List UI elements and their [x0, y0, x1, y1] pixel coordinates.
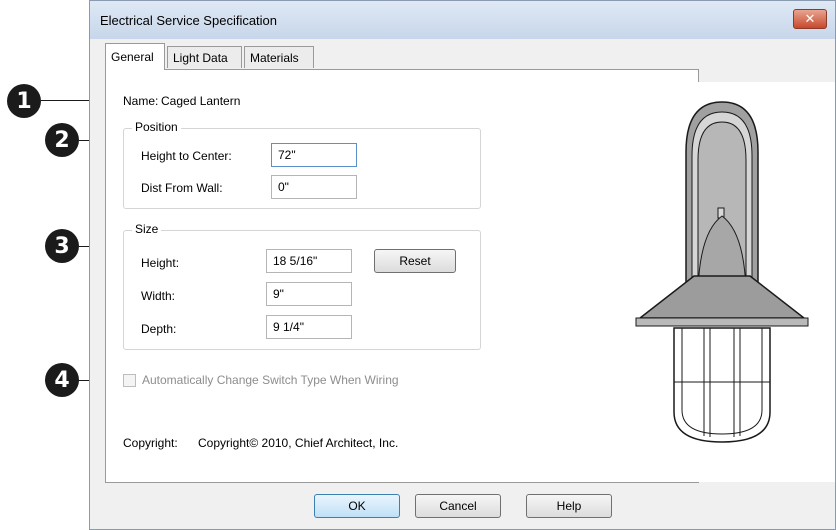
- callout-4: 4: [45, 363, 79, 397]
- depth-input[interactable]: 9 1/4": [266, 315, 352, 339]
- height-to-center-input[interactable]: 72": [271, 143, 357, 167]
- copyright-label: Copyright:: [123, 436, 178, 450]
- callout-3: 3: [45, 229, 79, 263]
- position-legend: Position: [132, 120, 181, 134]
- cancel-button-label: Cancel: [439, 499, 477, 513]
- help-button[interactable]: Help: [526, 494, 612, 518]
- dialog-title: Electrical Service Specification: [100, 13, 278, 28]
- size-legend: Size: [132, 222, 162, 236]
- size-group: Size Height: 18 5/16" Reset Width: 9" De…: [123, 222, 481, 350]
- height-input[interactable]: 18 5/16": [266, 249, 352, 273]
- tab-label: Materials: [250, 50, 299, 65]
- dist-from-wall-input[interactable]: 0": [271, 175, 357, 199]
- tab-label: Light Data: [173, 50, 228, 65]
- depth-label: Depth:: [141, 322, 177, 336]
- help-button-label: Help: [556, 499, 582, 513]
- reset-button-label: Reset: [399, 254, 431, 268]
- height-label: Height:: [141, 256, 180, 270]
- tab-light-data[interactable]: Light Data: [167, 46, 242, 68]
- ok-button[interactable]: OK: [314, 494, 400, 518]
- reset-button[interactable]: Reset: [374, 249, 456, 273]
- name-label: Name:: [123, 94, 159, 108]
- tab-general[interactable]: General: [105, 43, 165, 70]
- name-value: Caged Lantern: [161, 94, 241, 108]
- width-input[interactable]: 9": [266, 282, 352, 306]
- tab-materials[interactable]: Materials: [244, 46, 314, 68]
- auto-switch-label: Automatically Change Switch Type When Wi…: [142, 373, 399, 387]
- caged-lantern-icon: [635, 101, 809, 443]
- height-to-center-label: Height to Center:: [141, 149, 232, 163]
- general-tab-panel: Name: Caged Lantern Position Height to C…: [105, 69, 699, 483]
- copyright-value: Copyright© 2010, Chief Architect, Inc.: [198, 436, 399, 450]
- close-button[interactable]: ✕: [793, 9, 827, 29]
- cancel-button[interactable]: Cancel: [415, 494, 501, 518]
- width-label: Width:: [141, 289, 176, 303]
- lantern-preview: [628, 82, 835, 482]
- callout-1: 1: [7, 84, 41, 118]
- close-icon: ✕: [804, 11, 816, 27]
- title-bar: Electrical Service Specification ✕: [90, 1, 835, 39]
- callout-2: 2: [45, 123, 79, 157]
- ok-button-label: OK: [348, 499, 366, 513]
- auto-switch-checkbox[interactable]: [123, 374, 136, 387]
- tab-label: General: [111, 50, 154, 64]
- position-group: Position Height to Center: 72" Dist From…: [123, 120, 481, 209]
- dist-from-wall-label: Dist From Wall:: [141, 181, 223, 195]
